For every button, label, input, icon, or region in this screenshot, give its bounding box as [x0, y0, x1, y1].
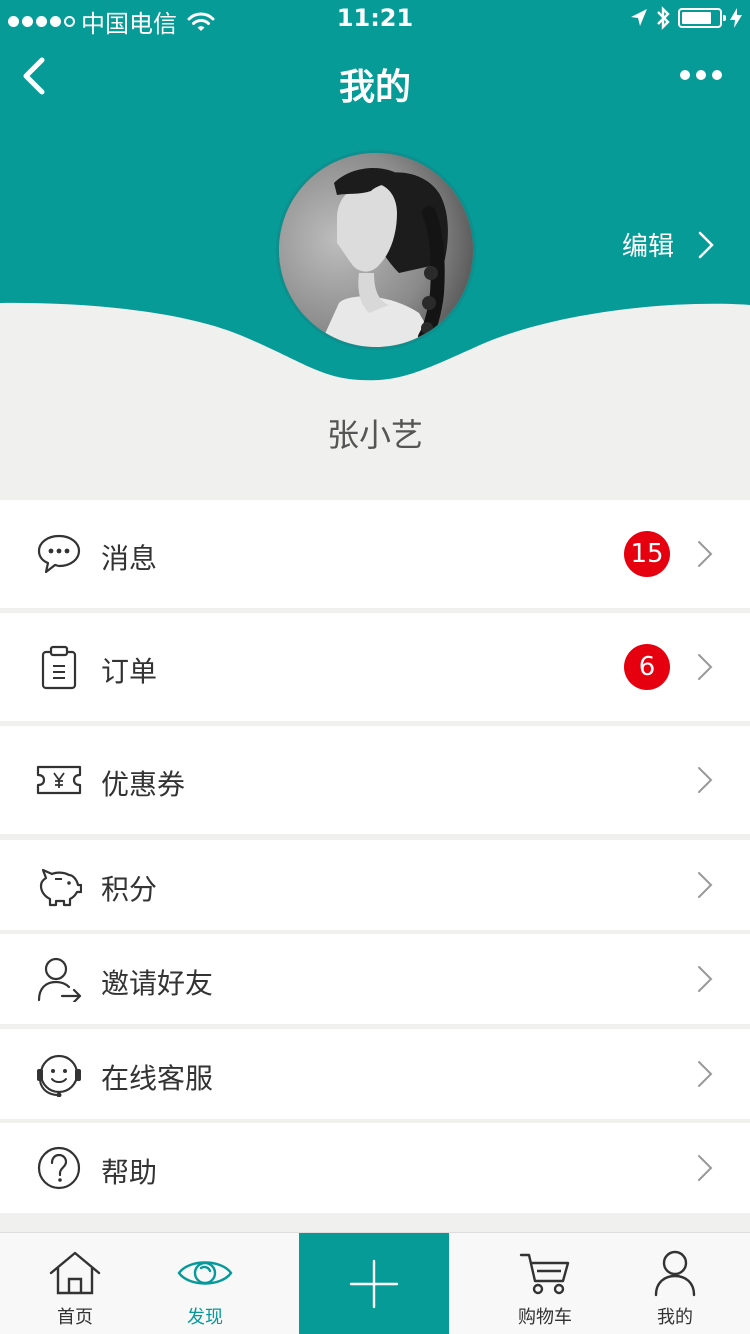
menu-item[interactable]: 帮助	[0, 1123, 750, 1213]
nav-bar: 我的	[0, 40, 750, 120]
chevron-right-icon	[698, 872, 713, 898]
menu-item-label: 订单	[101, 655, 158, 688]
help-question-icon	[37, 1146, 81, 1190]
edit-label: 编辑	[621, 232, 674, 262]
headset-service-icon	[37, 1054, 81, 1097]
location-arrow-icon	[631, 9, 647, 26]
clipboard-icon	[41, 645, 77, 690]
charging-bolt-icon	[730, 8, 742, 28]
invite-user-icon	[37, 957, 82, 1002]
page-title: 我的	[338, 67, 411, 108]
chevron-right-icon	[698, 541, 713, 567]
user-name: 张小艺	[326, 416, 423, 454]
tab-home[interactable]: 首页	[0, 1233, 150, 1334]
notification-badge: 15	[624, 531, 670, 577]
menu-item[interactable]: 邀请好友	[0, 934, 750, 1024]
menu-item-label: 优惠券	[101, 768, 186, 801]
cart-icon	[519, 1253, 570, 1295]
user-icon	[654, 1250, 696, 1297]
tab-profile-label: 我的	[657, 1307, 693, 1328]
avatar[interactable]	[276, 150, 476, 350]
eye-icon	[177, 1261, 233, 1285]
battery-icon	[678, 8, 726, 28]
bluetooth-icon	[657, 6, 670, 30]
tab-discover-label: 发现	[187, 1307, 223, 1328]
menu-item[interactable]: 优惠券	[0, 726, 750, 834]
tab-cart-label: 购物车	[518, 1307, 572, 1328]
avatar-portrait-image	[279, 153, 473, 347]
tab-cart[interactable]: 购物车	[470, 1233, 620, 1334]
plus-icon	[349, 1259, 399, 1309]
menu-item[interactable]: 在线客服	[0, 1029, 750, 1119]
chevron-right-icon	[698, 966, 713, 992]
chevron-right-icon	[698, 1061, 713, 1087]
profile-header: 中国电信 11:21 我的 编辑	[0, 0, 750, 400]
chevron-right-icon	[698, 767, 713, 793]
menu-item[interactable]: 积分	[0, 840, 750, 930]
tab-profile[interactable]: 我的	[600, 1233, 750, 1334]
status-bar: 中国电信 11:21	[0, 0, 750, 40]
tab-discover[interactable]: 发现	[130, 1233, 280, 1334]
menu-item-label: 邀请好友	[101, 967, 214, 1000]
piggy-bank-icon	[39, 868, 82, 907]
menu-item[interactable]: 订单 6	[0, 613, 750, 721]
menu-item-label: 积分	[101, 873, 158, 906]
message-bubble-icon	[37, 534, 81, 574]
tab-add-button[interactable]	[299, 1233, 449, 1334]
chevron-right-icon	[698, 654, 713, 680]
menu-item[interactable]: 消息 15	[0, 500, 750, 608]
home-icon	[49, 1251, 101, 1295]
more-button[interactable]	[680, 70, 722, 80]
notification-badge: 6	[624, 644, 670, 690]
bottom-tab-bar: 首页 发现 购物车 我的	[0, 1232, 750, 1334]
more-dots-icon	[680, 70, 690, 80]
menu-item-label: 在线客服	[101, 1062, 214, 1095]
coupon-ticket-icon	[36, 765, 82, 795]
edit-profile-link[interactable]: 编辑	[622, 226, 714, 263]
menu-item-label: 帮助	[101, 1156, 158, 1189]
chevron-right-icon	[698, 231, 714, 258]
tab-home-label: 首页	[57, 1307, 93, 1328]
chevron-right-icon	[698, 1155, 713, 1181]
menu-item-label: 消息	[101, 542, 158, 575]
